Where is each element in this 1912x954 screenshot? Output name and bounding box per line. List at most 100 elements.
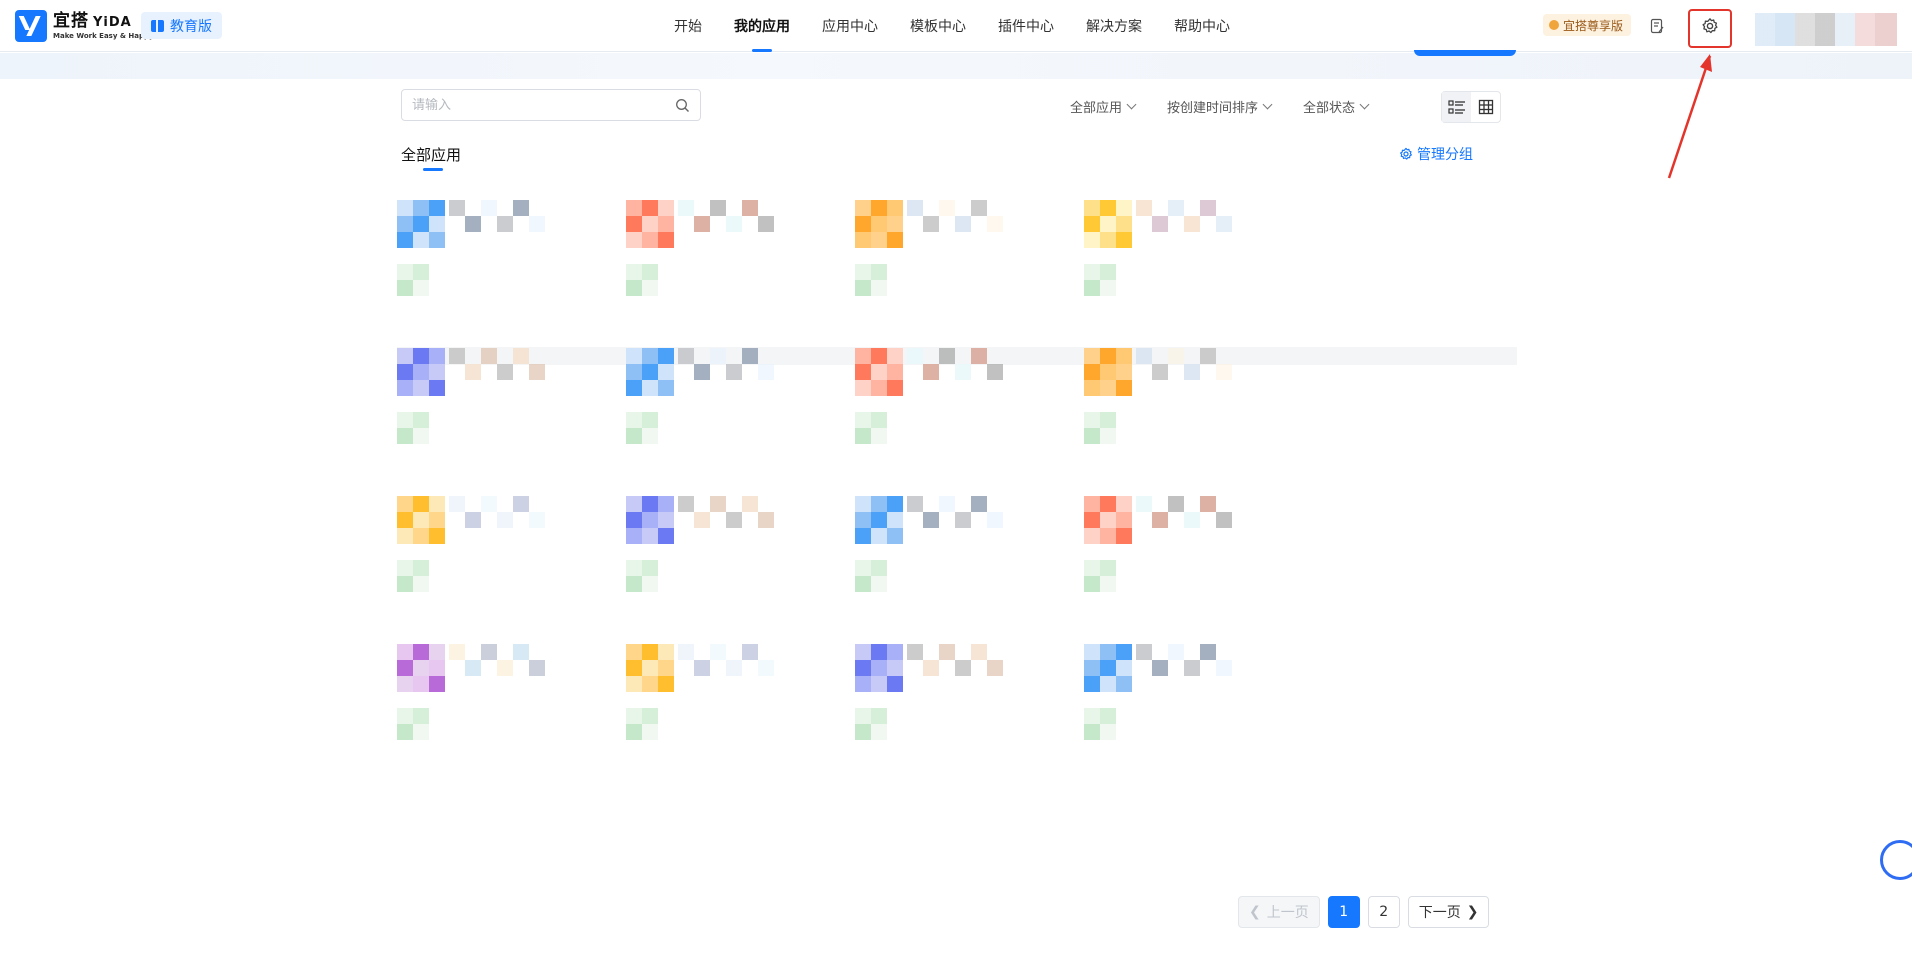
app-card[interactable] — [626, 200, 886, 350]
app-tag-pixel — [871, 280, 887, 296]
app-title-pixel — [465, 660, 481, 676]
floating-assistant-button[interactable] — [1880, 840, 1912, 880]
app-title-pixel — [513, 496, 529, 512]
nav-app-center[interactable]: 应用中心 — [806, 0, 894, 52]
sort-filter[interactable]: 按创建时间排序 — [1167, 97, 1273, 116]
logo-tagline: Make Work Easy & Happy — [53, 31, 154, 40]
app-card[interactable] — [855, 348, 1115, 498]
app-title-pixel — [1152, 512, 1168, 528]
app-icon-pixel — [855, 200, 871, 216]
nav-template-center[interactable]: 模板中心 — [894, 0, 982, 52]
app-icon-pixel — [1100, 512, 1116, 528]
app-title-pixel — [529, 512, 545, 528]
app-icon-pixel — [855, 528, 871, 544]
app-icon-pixel — [1100, 644, 1116, 660]
app-title-pixel — [758, 364, 774, 380]
prev-page-button[interactable]: ❮ 上一页 — [1238, 896, 1320, 928]
app-card[interactable] — [1084, 348, 1344, 498]
app-title-pixel — [694, 216, 710, 232]
nav-help-center[interactable]: 帮助中心 — [1158, 0, 1246, 52]
app-card[interactable] — [1084, 644, 1344, 794]
app-title-pixel — [907, 200, 923, 216]
app-card[interactable] — [855, 200, 1115, 350]
filter-bar: 全部应用 按创建时间排序 全部状态 — [1070, 92, 1400, 120]
app-type-filter[interactable]: 全部应用 — [1070, 97, 1137, 116]
app-tag-pixel — [1100, 428, 1116, 444]
app-card[interactable] — [626, 644, 886, 794]
app-card[interactable] — [1084, 200, 1344, 350]
nav-plugin-center[interactable]: 插件中心 — [982, 0, 1070, 52]
app-title-pixel — [971, 496, 987, 512]
section-title: 全部应用 — [401, 146, 462, 164]
search-input[interactable] — [412, 97, 675, 113]
todo-button[interactable] — [1645, 14, 1669, 38]
app-card[interactable] — [397, 200, 657, 350]
app-icon-pixel — [413, 644, 429, 660]
app-tag-pixel — [1084, 724, 1100, 740]
page-2-button[interactable]: 2 — [1367, 896, 1400, 928]
app-title-pixel — [923, 660, 939, 676]
app-title-pixel — [726, 660, 742, 676]
app-tag-pixel — [1084, 708, 1100, 724]
app-title-pixel — [742, 200, 758, 216]
nav-solutions[interactable]: 解决方案 — [1070, 0, 1158, 52]
app-title-pixel — [710, 496, 726, 512]
app-icon-pixel — [887, 528, 903, 544]
pagination: ❮ 上一页 1 2 下一页 ❯ — [1238, 896, 1490, 928]
app-title-pixel — [465, 512, 481, 528]
app-icon-pixel — [1100, 528, 1116, 544]
edition-badge[interactable]: 教育版 — [141, 12, 222, 39]
app-title-pixel — [694, 512, 710, 528]
nav-my-apps[interactable]: 我的应用 — [718, 0, 806, 52]
section-underline — [423, 168, 443, 171]
app-title-pixel — [955, 216, 971, 232]
app-title-pixel — [1200, 644, 1216, 660]
app-icon-pixel — [1100, 216, 1116, 232]
list-view-button[interactable] — [1442, 92, 1471, 122]
app-card[interactable] — [626, 496, 886, 646]
app-icon-pixel — [642, 660, 658, 676]
app-icon-pixel — [642, 496, 658, 512]
app-title-pixel — [513, 348, 529, 364]
status-filter[interactable]: 全部状态 — [1303, 97, 1370, 116]
user-avatar[interactable] — [1755, 13, 1897, 46]
app-tag-pixel — [397, 724, 413, 740]
app-title-pixel — [449, 496, 465, 512]
search-box[interactable] — [401, 89, 701, 121]
app-title-pixel — [529, 364, 545, 380]
annotation-arrow-icon — [1667, 54, 1712, 179]
app-title-pixel — [1216, 512, 1232, 528]
app-tag-pixel — [855, 560, 871, 576]
app-icon-pixel — [397, 200, 413, 216]
app-tag-pixel — [642, 412, 658, 428]
app-icon-pixel — [413, 200, 429, 216]
yida-logo[interactable]: 宜搭 YiDA Make Work Easy & Happy — [15, 10, 154, 42]
grid-view-button[interactable] — [1471, 92, 1500, 122]
app-icon-pixel — [1116, 496, 1132, 512]
page-1-button[interactable]: 1 — [1327, 896, 1360, 928]
app-title-pixel — [939, 496, 955, 512]
app-icon-pixel — [626, 528, 642, 544]
app-icon-pixel — [642, 528, 658, 544]
app-card[interactable] — [626, 348, 886, 498]
app-icon-pixel — [429, 496, 445, 512]
next-page-button[interactable]: 下一页 ❯ — [1407, 896, 1490, 928]
app-icon-pixel — [429, 644, 445, 660]
app-icon-pixel — [1084, 496, 1100, 512]
app-tag-pixel — [1100, 560, 1116, 576]
app-card[interactable] — [1084, 496, 1344, 646]
app-card[interactable] — [397, 644, 657, 794]
app-title-pixel — [497, 660, 513, 676]
vip-badge[interactable]: 宜搭尊享版 — [1543, 14, 1632, 36]
nav-start[interactable]: 开始 — [658, 0, 718, 52]
app-tag-pixel — [626, 280, 642, 296]
app-card[interactable] — [855, 644, 1115, 794]
app-icon-pixel — [871, 364, 887, 380]
app-card[interactable] — [397, 496, 657, 646]
app-icon-pixel — [1084, 380, 1100, 396]
search-icon[interactable] — [675, 98, 690, 113]
manage-groups-button[interactable]: 管理分组 — [1399, 144, 1473, 164]
app-card[interactable] — [855, 496, 1115, 646]
app-title-pixel — [465, 216, 481, 232]
app-card[interactable] — [397, 348, 657, 498]
